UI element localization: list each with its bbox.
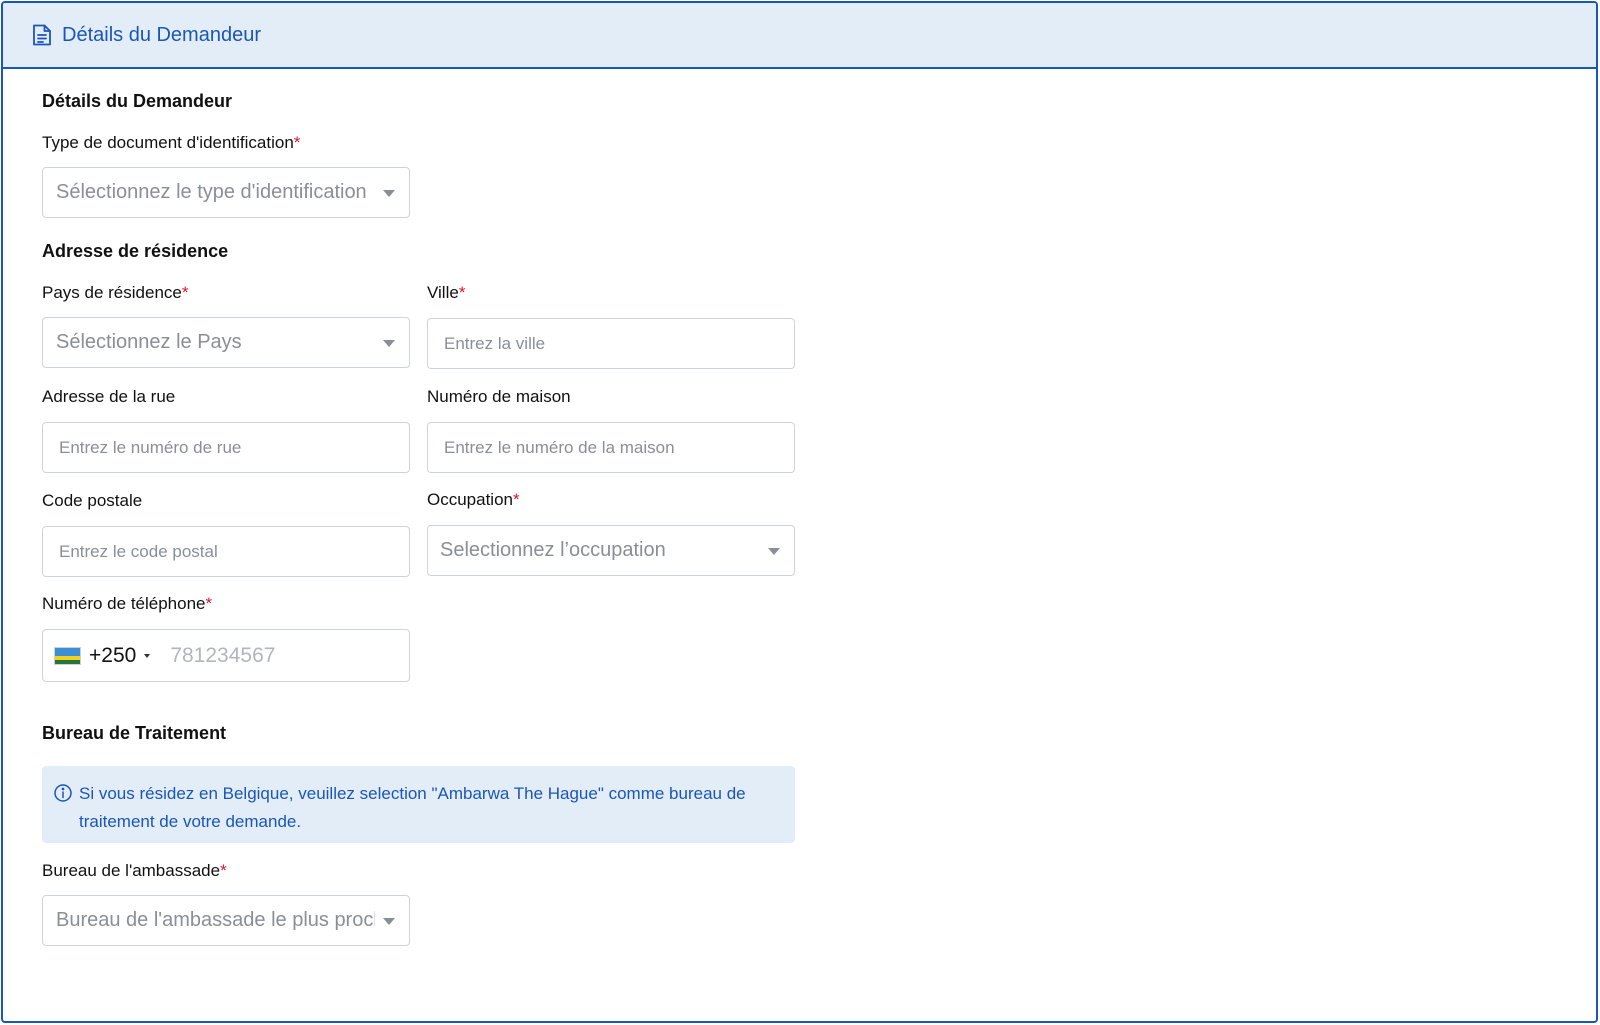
id-type-select[interactable]: Sélectionnez le type d'identification (42, 167, 410, 218)
embassy-placeholder: Bureau de l'ambassade le plus proche (56, 909, 375, 931)
card-header: Détails du Demandeur (3, 3, 1596, 69)
chevron-down-icon (383, 340, 395, 347)
id-type-label-text: Type de document d'identification (42, 133, 294, 152)
required-mark: * (220, 861, 227, 880)
phone-label: Numéro de téléphone* (42, 594, 212, 614)
country-select[interactable]: Sélectionnez le Pays (42, 317, 410, 368)
phone-input[interactable] (150, 630, 444, 681)
section-title-residence: Adresse de résidence (42, 241, 229, 261)
phone-label-text: Numéro de téléphone (42, 594, 206, 613)
chevron-down-icon (383, 190, 395, 197)
required-mark: * (458, 283, 466, 302)
embassy-label-text: Bureau de l'ambassade (42, 861, 221, 880)
required-mark: * (513, 490, 520, 509)
id-type-placeholder: Sélectionnez le type d'identification (56, 181, 367, 203)
embassy-label: Bureau de l'ambassade* (42, 861, 227, 881)
postal-field[interactable] (42, 526, 410, 577)
applicant-details-card: Détails du Demandeur Détails du Demandeu… (1, 1, 1598, 1023)
house-field[interactable] (427, 422, 795, 473)
city-label: Ville* (427, 283, 465, 303)
info-banner: Si vous résidez en Belgique, veuillez se… (42, 766, 795, 843)
city-input[interactable] (428, 319, 794, 368)
phone-field[interactable]: +250 (42, 629, 444, 682)
country-placeholder: Sélectionnez le Pays (56, 331, 242, 353)
street-input[interactable] (43, 423, 409, 472)
required-mark: * (181, 283, 189, 302)
house-input[interactable] (428, 423, 794, 472)
house-label: Numéro de maison (427, 387, 571, 406)
city-label-text: Ville (427, 283, 459, 302)
required-mark: * (293, 133, 301, 152)
occupation-label-text: Occupation (427, 490, 513, 509)
chevron-down-icon (383, 918, 395, 925)
info-message: Si vous résidez en Belgique, veuillez se… (79, 784, 746, 831)
occupation-label: Occupation* (427, 490, 520, 510)
postal-input[interactable] (43, 527, 409, 576)
section-title-applicant: Détails du Demandeur (42, 91, 233, 111)
card-title: Détails du Demandeur (62, 23, 261, 46)
embassy-select[interactable]: Bureau de l'ambassade le plus proche (42, 895, 410, 946)
country-code-picker[interactable]: +250 (43, 630, 151, 681)
rwanda-flag-icon (54, 646, 81, 665)
id-type-label: Type de document d'identification* (42, 133, 300, 153)
required-mark: * (205, 594, 213, 613)
occupation-select[interactable]: Selectionnez l’occupation (427, 525, 795, 576)
postal-label: Code postale (42, 491, 143, 510)
info-icon (53, 783, 73, 803)
section-title-processing: Bureau de Traitement (42, 723, 227, 743)
document-icon (31, 23, 53, 47)
country-label-text: Pays de résidence (42, 283, 182, 302)
chevron-down-icon (768, 548, 780, 555)
country-code: +250 (89, 643, 137, 667)
country-label: Pays de résidence* (42, 283, 189, 303)
street-label: Adresse de la rue (42, 387, 176, 406)
street-field[interactable] (42, 422, 410, 473)
occupation-placeholder: Selectionnez l’occupation (440, 539, 666, 561)
city-field[interactable] (427, 318, 795, 369)
